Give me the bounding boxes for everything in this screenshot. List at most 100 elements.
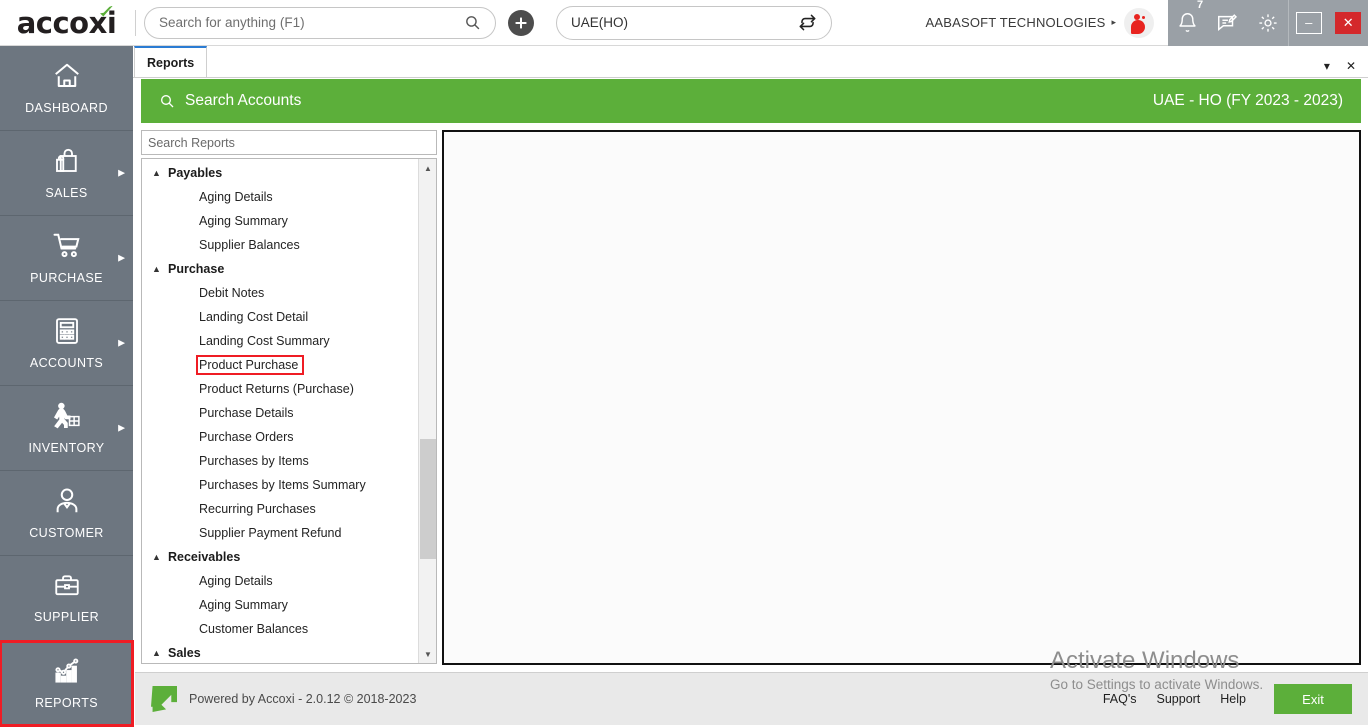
report-group-sales[interactable]: ▲ Sales (142, 641, 419, 663)
support-link[interactable]: Support (1157, 692, 1201, 706)
report-item[interactable]: Landing Cost Detail (142, 305, 419, 329)
chevron-up-icon[interactable]: ▲ (152, 168, 164, 178)
briefcase-icon (51, 572, 83, 605)
avatar-shape-large (1131, 19, 1145, 34)
report-item-label: Recurring Purchases (199, 502, 316, 516)
sidebar-item-customer[interactable]: CUSTOMER (0, 471, 133, 556)
minimize-button[interactable]: – (1295, 11, 1322, 34)
chevron-up-icon[interactable]: ▲ (152, 552, 164, 562)
report-item-label: Product Purchase (195, 355, 305, 375)
bell-icon[interactable]: 7 (1177, 0, 1203, 33)
message-icon[interactable] (1216, 12, 1238, 34)
warehouse-worker-icon (50, 401, 84, 436)
chevron-up-icon[interactable]: ▲ (152, 648, 164, 658)
report-item-label: Purchases by Items (199, 454, 309, 468)
report-item[interactable]: Product Returns (Purchase) (142, 377, 419, 401)
add-new-button[interactable] (508, 9, 534, 36)
sidebar-item-label: ACCOUNTS (29, 356, 104, 370)
global-search[interactable] (144, 6, 496, 39)
report-group-payables[interactable]: ▲ Payables (142, 161, 419, 185)
report-content-panel (442, 130, 1361, 665)
top-icon-panel: 7 (1168, 0, 1288, 46)
sidebar-item-reports[interactable]: REPORTS (0, 640, 134, 727)
scroll-up-icon[interactable]: ▲ (419, 159, 436, 177)
page-header: Search Accounts UAE - HO (FY 2023 - 2023… (141, 79, 1361, 123)
company-name: AABASOFT TECHNOLOGIES (925, 15, 1106, 30)
report-item[interactable]: Aging Details (142, 185, 419, 209)
tab-close-icon[interactable]: ✕ (1346, 59, 1356, 73)
report-item-label: Aging Summary (199, 214, 288, 228)
company-zone: AABASOFT TECHNOLOGIES ▸ (925, 0, 1168, 46)
report-group-label: Payables (168, 166, 223, 180)
tab-reports[interactable]: Reports (134, 46, 208, 77)
report-item-label: Supplier Payment Refund (199, 526, 342, 540)
accoxi-arrow-shape (151, 686, 177, 712)
tab-label: Reports (147, 55, 195, 70)
report-item[interactable]: Aging Summary (142, 593, 419, 617)
application-window: accoxi UAE(HO) (0, 0, 1368, 727)
avatar-shape-small (1142, 15, 1145, 19)
chevron-right-icon: ▶ (118, 422, 125, 433)
report-item-label: Landing Cost Detail (199, 310, 309, 324)
search-input[interactable] (159, 15, 464, 30)
company-caret-icon[interactable]: ▸ (1111, 17, 1116, 28)
report-search[interactable] (141, 130, 437, 155)
close-button[interactable]: ✕ (1335, 11, 1362, 34)
sidebar-item-label: SUPPLIER (33, 610, 100, 624)
report-group-receivables[interactable]: ▲ Receivables (142, 545, 419, 569)
report-item-label: Purchase Details (199, 406, 294, 420)
report-tree-content: ▲ Payables Aging Details Aging Summary S… (142, 159, 419, 663)
sidebar-item-dashboard[interactable]: DASHBOARD (0, 46, 133, 131)
scrollbar-thumb[interactable] (420, 439, 436, 559)
report-item[interactable]: Landing Cost Summary (142, 329, 419, 353)
gear-icon[interactable] (1257, 12, 1279, 34)
report-group-purchase[interactable]: ▲ Purchase (142, 257, 419, 281)
report-item[interactable]: Supplier Balances (142, 233, 419, 257)
shopping-bag-icon (51, 146, 83, 181)
report-tree-scrollbar[interactable]: ▲ ▼ (418, 159, 436, 663)
help-link[interactable]: Help (1220, 692, 1246, 706)
exit-button[interactable]: Exit (1274, 684, 1352, 714)
search-icon[interactable] (464, 14, 481, 31)
report-item[interactable]: Debit Notes (142, 281, 419, 305)
report-item[interactable]: Purchase Orders (142, 425, 419, 449)
chevron-up-icon[interactable]: ▲ (152, 264, 164, 274)
report-item-product-purchase[interactable]: Product Purchase (142, 353, 419, 377)
page-title: Search Accounts (185, 92, 302, 109)
app-logo-text: accoxi (16, 5, 117, 40)
report-tree: ▲ Payables Aging Details Aging Summary S… (141, 158, 437, 664)
sidebar-item-label: SALES (45, 186, 88, 200)
sidebar-item-accounts[interactable]: ACCOUNTS ▶ (0, 301, 133, 386)
window-controls: – ✕ (1288, 0, 1368, 46)
report-item[interactable]: Recurring Purchases (142, 497, 419, 521)
report-item-label: Aging Details (199, 190, 273, 204)
branch-selector[interactable]: UAE(HO) (556, 5, 832, 40)
report-item[interactable]: Purchases by Items Summary (142, 473, 419, 497)
sidebar-item-sales[interactable]: SALES ▶ (0, 131, 133, 216)
report-list-panel: ▲ Payables Aging Details Aging Summary S… (141, 130, 437, 665)
report-item-label: Debit Notes (199, 286, 265, 300)
search-accounts-icon (159, 93, 175, 109)
search-reports-input[interactable] (148, 135, 430, 150)
report-item[interactable]: Purchases by Items (142, 449, 419, 473)
sidebar: DASHBOARD SALES ▶ PURCHASE ▶ ACCOUNTS ▶ … (0, 46, 134, 727)
report-item[interactable]: Aging Summary (142, 209, 419, 233)
scroll-down-icon[interactable]: ▼ (419, 645, 436, 663)
report-item[interactable]: Purchase Details (142, 401, 419, 425)
tab-list-dropdown-icon[interactable]: ▾ (1324, 59, 1330, 73)
sidebar-item-purchase[interactable]: PURCHASE ▶ (0, 216, 133, 301)
report-item[interactable]: Aging Details (142, 569, 419, 593)
accoxi-arrow-logo-icon (151, 686, 177, 712)
switch-icon[interactable] (798, 13, 817, 32)
report-group-label: Purchase (168, 262, 225, 276)
sidebar-item-label: DASHBOARD (25, 101, 108, 115)
avatar[interactable] (1124, 7, 1154, 38)
sidebar-item-inventory[interactable]: INVENTORY ▶ (0, 386, 133, 471)
status-bar: Powered by Accoxi - 2.0.12 © 2018-2023 F… (135, 672, 1368, 725)
faq-link[interactable]: FAQ's (1103, 692, 1137, 706)
sidebar-item-supplier[interactable]: SUPPLIER (0, 556, 133, 641)
report-item[interactable]: Customer Balances (142, 617, 419, 641)
sidebar-item-label: REPORTS (35, 696, 98, 710)
calculator-icon (52, 316, 82, 351)
report-item[interactable]: Supplier Payment Refund (142, 521, 419, 545)
